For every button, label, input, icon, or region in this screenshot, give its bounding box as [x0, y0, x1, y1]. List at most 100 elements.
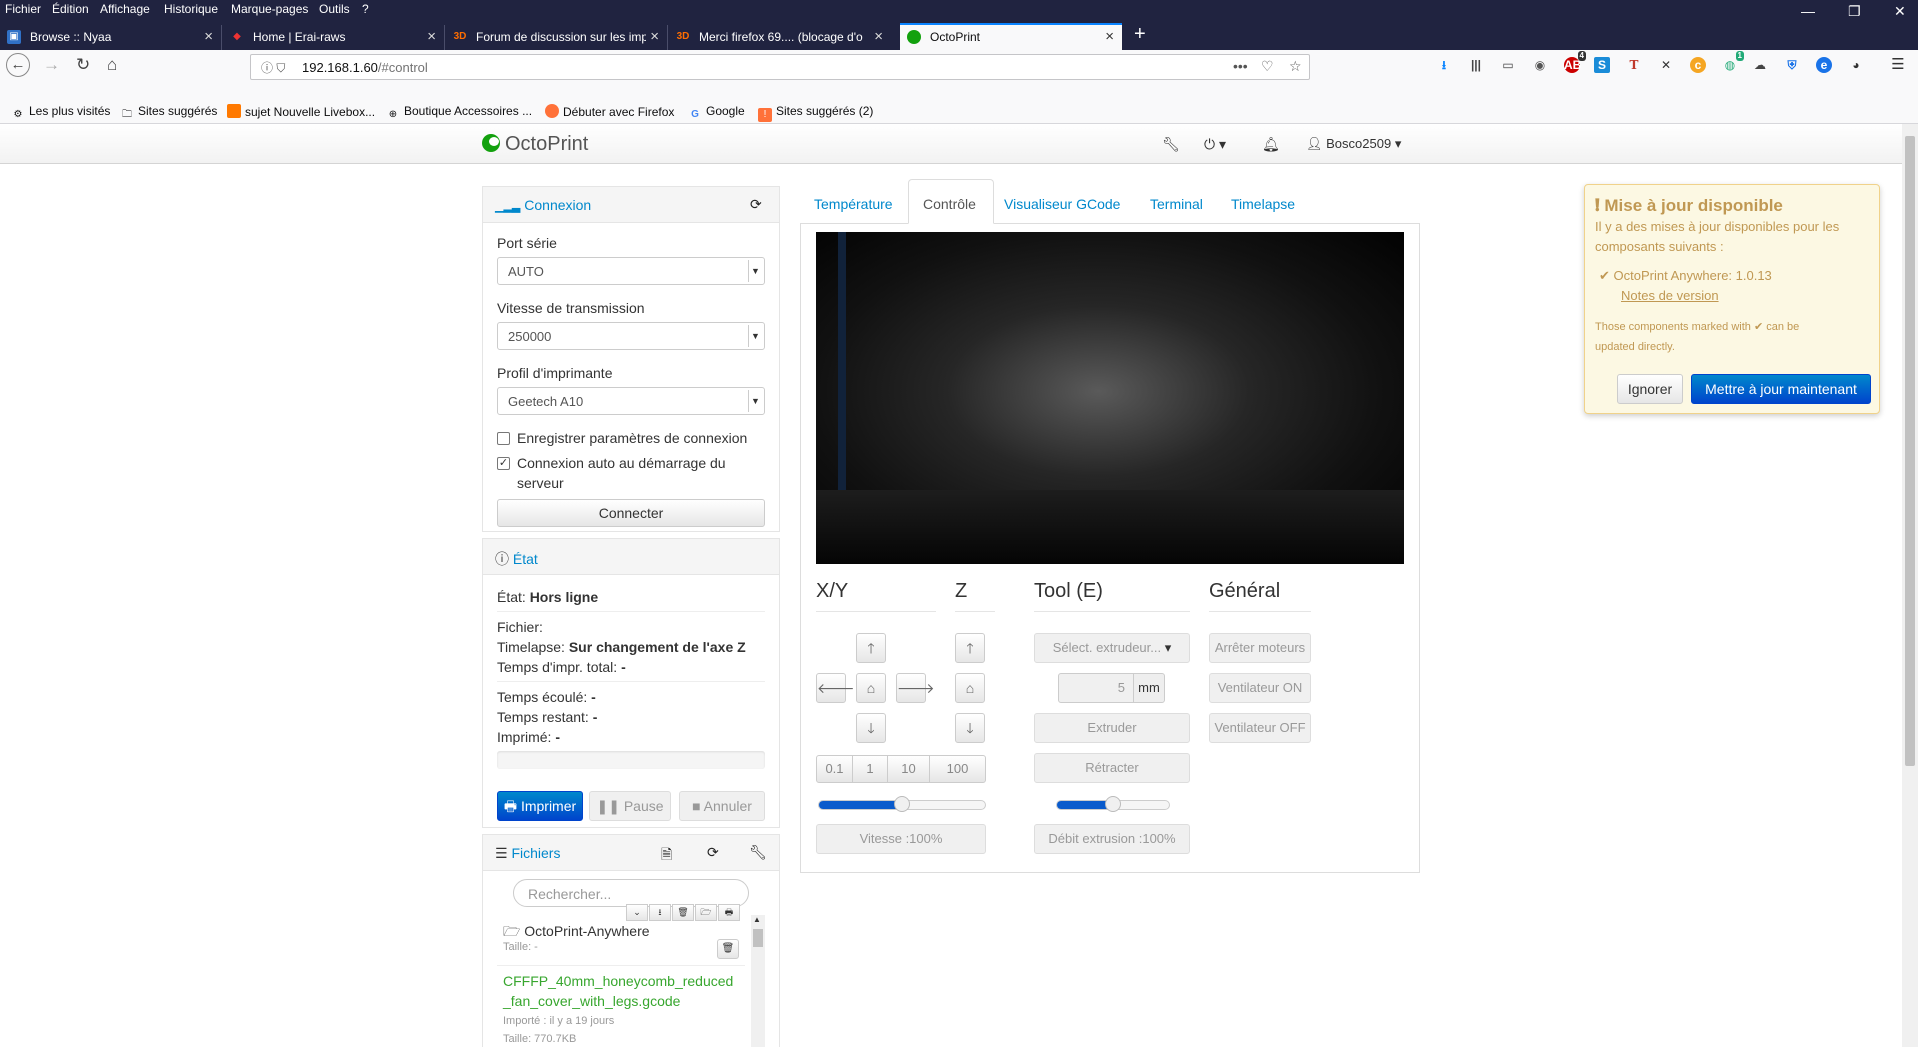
file-icon[interactable]: 🗎 — [661, 844, 672, 868]
ignore-button[interactable]: Ignorer — [1617, 374, 1683, 404]
browser-tab-octoprint[interactable]: OctoPrint × — [900, 23, 1122, 50]
scrollbar-thumb[interactable] — [1905, 136, 1915, 766]
files-scrollbar[interactable]: ▲ — [751, 915, 765, 1047]
home-z-button[interactable]: ⌂ — [955, 673, 985, 703]
connection-title[interactable]: ▁▂▃ Connexion — [495, 197, 591, 213]
jog-y-plus-button[interactable]: 🡑 — [856, 633, 886, 663]
print-button[interactable]: 🖶︎ Imprimer — [497, 791, 583, 821]
close-tab-icon[interactable]: × — [204, 28, 213, 45]
baud-select[interactable]: 250000 ▼ — [497, 322, 765, 350]
url-text[interactable]: 192.168.1.60/#control — [302, 60, 428, 75]
close-tab-icon[interactable]: × — [1105, 28, 1114, 45]
cloud-extension-icon[interactable]: ☁ — [1752, 57, 1768, 73]
page-scrollbar[interactable] — [1902, 124, 1918, 1047]
adblock-icon[interactable]: AB 4 — [1564, 51, 1586, 73]
refresh-icon[interactable]: ⟳ — [707, 844, 719, 861]
extension-icon[interactable]: ◉ — [1532, 57, 1548, 73]
menu-edition[interactable]: Édition — [52, 2, 89, 16]
x-extension-icon[interactable]: ✕ — [1658, 57, 1674, 73]
globe-extension-icon[interactable]: ◍ 1 — [1722, 51, 1744, 73]
browser-tab-forum[interactable]: 3D Forum de discussion sur les imp × — [446, 25, 668, 50]
bookmark-boutique[interactable]: ⊕ Boutique Accessoires ... — [386, 104, 532, 122]
wrench-icon[interactable]: 🔧︎ — [1162, 136, 1180, 153]
browser-tab-nyaa[interactable]: ▣ Browse :: Nyaa × — [0, 25, 222, 50]
url-bar[interactable]: ⓘ ⛉ 192.168.1.60/#control ••• ♡ ☆ — [250, 54, 1310, 80]
file-print-button[interactable]: 🖶︎ — [718, 904, 740, 921]
reload-button[interactable]: ↻ — [76, 55, 90, 75]
connect-button[interactable]: Connecter — [497, 499, 765, 527]
hamburger-menu-icon[interactable]: ☰ — [1890, 57, 1906, 73]
close-tab-icon[interactable]: × — [427, 28, 436, 45]
site-info-icon[interactable]: ⓘ ⛉ — [261, 59, 285, 76]
connection-header[interactable]: ▁▂▃ Connexion ⟳ — [483, 187, 779, 223]
pause-button[interactable]: ❚❚ Pause — [589, 791, 671, 821]
file-load-button[interactable]: 🗁 — [695, 904, 717, 921]
save-settings-checkbox[interactable] — [497, 432, 510, 445]
account-icon[interactable]: ◕ — [1848, 57, 1864, 73]
tab-terminal[interactable]: Terminal — [1150, 196, 1203, 212]
delete-folder-button[interactable]: 🗑︎ — [717, 939, 739, 959]
e-extension-icon[interactable]: e — [1816, 57, 1832, 73]
power-icon[interactable]: ⏻ ▾ — [1204, 136, 1226, 153]
fan-on-button[interactable]: Ventilateur ON — [1209, 673, 1311, 703]
bookmark-google[interactable]: G Google — [688, 104, 745, 122]
tab-temperature[interactable]: Température — [814, 196, 893, 212]
bookmark-most-visited[interactable]: ⚙ Les plus visités — [11, 104, 111, 122]
bookmark-star-icon[interactable]: ☆ — [1289, 58, 1302, 75]
state-header[interactable]: ⓘ État — [483, 539, 779, 575]
bookmark-suggested-2[interactable]: ! Sites suggérés (2) — [758, 104, 873, 122]
back-button[interactable]: ← — [6, 53, 30, 77]
coupon-extension-icon[interactable]: c — [1690, 57, 1706, 73]
browser-tab-merci[interactable]: 3D Merci firefox 69.... (blocage d'o × — [669, 25, 891, 50]
jog-y-minus-button[interactable]: 🡓 — [856, 713, 886, 743]
menu-historique[interactable]: Historique — [164, 2, 218, 16]
state-title[interactable]: ⓘ État — [495, 549, 538, 569]
step-0-1-button[interactable]: 0.1 — [816, 755, 853, 783]
jog-z-plus-button[interactable]: 🡑 — [955, 633, 985, 663]
close-tab-icon[interactable]: × — [874, 28, 883, 45]
jog-x-minus-button[interactable]: 🡐 — [816, 673, 855, 703]
speed-slider[interactable] — [818, 796, 986, 812]
menu-aide[interactable]: ? — [362, 2, 369, 16]
files-title[interactable]: ☰ Fichiers — [495, 845, 560, 862]
user-menu[interactable]: 👤︎ Bosco2509 ▾ — [1306, 136, 1401, 152]
files-header[interactable]: ☰ Fichiers 🗎 ⟳ 🔧︎ — [483, 835, 779, 871]
port-select[interactable]: AUTO ▼ — [497, 257, 765, 285]
extrude-amount-input[interactable]: 5 — [1058, 673, 1134, 703]
retract-button[interactable]: Rétracter — [1034, 753, 1190, 783]
flow-factor-button[interactable]: Débit extrusion :100% — [1034, 824, 1190, 854]
jog-x-plus-button[interactable]: 🡒 — [896, 673, 935, 703]
close-tab-icon[interactable]: × — [650, 28, 659, 45]
tab-timelapse[interactable]: Timelapse — [1231, 196, 1295, 212]
file-name[interactable]: CFFFP_40mm_honeycomb_reduced — [503, 973, 733, 989]
octoprint-brand[interactable]: OctoPrint — [482, 133, 588, 156]
step-100-button[interactable]: 100 — [929, 755, 986, 783]
bookmark-firefox[interactable]: Débuter avec Firefox — [545, 104, 674, 119]
pocket-icon[interactable]: ♡ — [1261, 58, 1274, 75]
scroll-up-icon[interactable]: ▲ — [753, 915, 761, 924]
browser-tab-erai[interactable]: ◆ Home | Erai-raws × — [223, 25, 445, 50]
tab-gcode-viewer[interactable]: Visualiseur GCode — [1004, 196, 1120, 212]
bookmark-livebox[interactable]: sujet Nouvelle Livebox... — [227, 104, 375, 119]
lock-extension-icon[interactable]: ⛨ — [1784, 57, 1800, 73]
slider-handle[interactable] — [894, 796, 910, 812]
menu-outils[interactable]: Outils — [319, 2, 350, 16]
home-xy-button[interactable]: ⌂ — [856, 673, 886, 703]
t-extension-icon[interactable]: T — [1626, 57, 1642, 73]
file-expand-button[interactable]: ⌄ — [626, 904, 648, 921]
autoconnect-checkbox[interactable]: ✓ — [497, 457, 510, 470]
page-actions-icon[interactable]: ••• — [1233, 58, 1248, 74]
bookmark-suggested[interactable]: 🗀 Sites suggérés — [120, 104, 217, 122]
wrench-icon[interactable]: 🔧︎ — [749, 844, 767, 861]
file-name-2[interactable]: _fan_cover_with_legs.gcode — [503, 993, 680, 1009]
library-icon[interactable]: ||| — [1468, 57, 1484, 73]
menu-marque-pages[interactable]: Marque-pages — [231, 2, 308, 16]
step-10-button[interactable]: 10 — [887, 755, 930, 783]
cancel-button[interactable]: ■ Annuler — [679, 791, 765, 821]
speed-factor-button[interactable]: Vitesse :100% — [816, 824, 986, 854]
forward-button[interactable]: → — [43, 55, 60, 75]
minimize-button[interactable]: — — [1801, 3, 1815, 19]
update-now-button[interactable]: Mettre à jour maintenant — [1691, 374, 1871, 404]
flow-slider[interactable] — [1056, 796, 1170, 812]
tab-control[interactable]: Contrôle — [908, 179, 994, 224]
